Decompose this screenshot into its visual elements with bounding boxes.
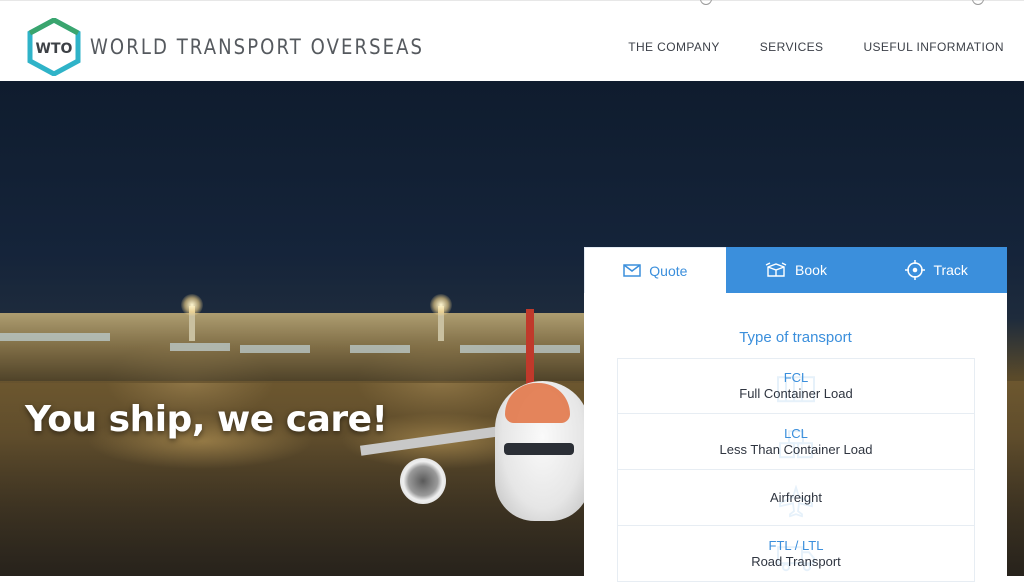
envelope-icon [623, 264, 642, 277]
option-airfreight[interactable]: Airfreight [617, 470, 975, 526]
option-fcl-desc: Full Container Load [739, 386, 853, 401]
quote-form: Type of transport FCL Full Container Loa… [584, 293, 1007, 582]
globe-icon[interactable] [972, 0, 984, 5]
nav-useful-information[interactable]: USEFUL INFORMATION [863, 40, 1004, 54]
booking-panel: Quote Book Track Type of transport FCL F… [584, 247, 1008, 582]
airplane-tail [526, 309, 534, 389]
wto-logo-icon[interactable]: WTO [26, 18, 82, 76]
brand-name[interactable]: WORLD TRANSPORT OVERSEAS [90, 35, 424, 59]
airplane-engine [400, 458, 446, 504]
logo-text: WTO [36, 41, 73, 57]
option-lcl-desc: Less Than Container Load [719, 441, 873, 457]
box-icon [765, 262, 787, 277]
topbar-icons [0, 0, 1024, 5]
tab-book-label: Book [795, 262, 827, 278]
option-road-code: FTL / LTL [768, 537, 824, 553]
option-lcl-code: LCL [784, 425, 808, 441]
nav-the-company[interactable]: THE COMPANY [628, 40, 720, 54]
booking-tabs: Quote Book Track [584, 247, 1008, 293]
option-fcl[interactable]: FCL Full Container Load [617, 358, 975, 414]
tab-book[interactable]: Book [725, 247, 867, 293]
account-icon[interactable] [700, 0, 712, 5]
transport-type-heading: Type of transport [739, 329, 852, 346]
terminal-building [0, 313, 600, 383]
nav-services[interactable]: SERVICES [760, 40, 824, 54]
hero-tagline: You ship, we care! [25, 399, 388, 440]
tab-track-label: Track [933, 262, 968, 278]
tab-quote-label: Quote [649, 262, 688, 279]
option-road[interactable]: FTL / LTL Road Transport [617, 526, 975, 582]
main-nav: THE COMPANY SERVICES USEFUL INFORMATION [628, 40, 1004, 54]
option-fcl-code: FCL [783, 370, 809, 385]
target-icon [905, 260, 926, 280]
site-header: WTO WORLD TRANSPORT OVERSEAS THE COMPANY… [0, 0, 1024, 81]
option-lcl[interactable]: LCL Less Than Container Load [617, 414, 975, 470]
option-airfreight-desc: Airfreight [769, 489, 823, 505]
tab-track[interactable]: Track [866, 247, 1008, 293]
tab-quote[interactable]: Quote [584, 247, 726, 293]
option-road-desc: Road Transport [751, 553, 841, 569]
airplane-cockpit [504, 443, 574, 455]
transport-options: FCL Full Container Load LCL Less Than Co… [617, 358, 975, 582]
